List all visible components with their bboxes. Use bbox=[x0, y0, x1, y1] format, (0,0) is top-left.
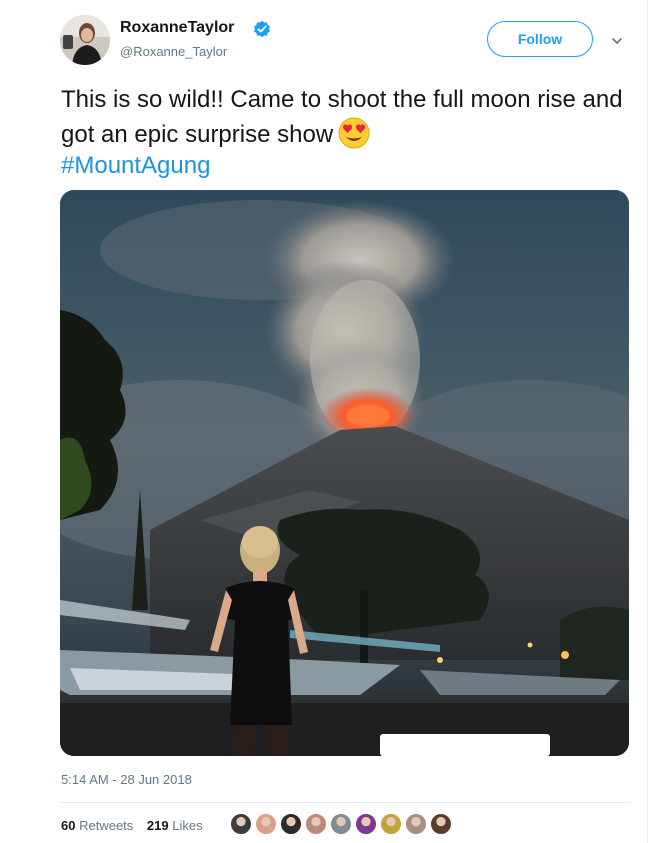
tweet-card: RoxanneTaylor @Roxanne_Taylor Follow Thi… bbox=[0, 0, 660, 843]
liker-avatar[interactable] bbox=[230, 813, 252, 835]
liker-avatar[interactable] bbox=[305, 813, 327, 835]
retweets-stat[interactable]: 60 Retweets bbox=[61, 818, 133, 833]
verified-badge-icon bbox=[253, 20, 271, 38]
liker-avatar[interactable] bbox=[355, 813, 377, 835]
hashtag-link[interactable]: #MountAgung bbox=[61, 149, 210, 182]
liker-avatar[interactable] bbox=[280, 813, 302, 835]
divider bbox=[647, 0, 648, 843]
likes-stat[interactable]: 219 Likes bbox=[147, 818, 203, 833]
follow-button[interactable]: Follow bbox=[487, 21, 593, 57]
retweets-label: Retweets bbox=[79, 818, 134, 833]
likes-count: 219 bbox=[146, 818, 169, 833]
retweets-count: 60 bbox=[61, 818, 76, 833]
user-display-name[interactable]: RoxanneTaylor bbox=[120, 19, 234, 37]
liker-avatar[interactable] bbox=[380, 813, 402, 835]
liker-avatars bbox=[230, 813, 455, 837]
user-handle[interactable]: @Roxanne_Taylor bbox=[120, 44, 227, 59]
tweet-text: This is so wild!! Came to shoot the full… bbox=[61, 83, 631, 151]
heart-eyes-emoji-icon bbox=[337, 116, 371, 150]
divider bbox=[60, 802, 630, 803]
liker-avatar[interactable] bbox=[255, 813, 277, 835]
user-avatar[interactable] bbox=[60, 15, 110, 65]
tweet-photo[interactable] bbox=[60, 190, 629, 756]
liker-avatar[interactable] bbox=[430, 813, 452, 835]
liker-avatar[interactable] bbox=[405, 813, 427, 835]
likes-label: Likes bbox=[172, 818, 203, 833]
liker-avatar[interactable] bbox=[330, 813, 352, 835]
tweet-timestamp[interactable]: 5:14 AM - 28 Jun 2018 bbox=[61, 772, 192, 787]
chevron-down-icon[interactable] bbox=[610, 34, 624, 48]
tweet-stats: 60 Retweets 219 Likes bbox=[61, 818, 213, 833]
